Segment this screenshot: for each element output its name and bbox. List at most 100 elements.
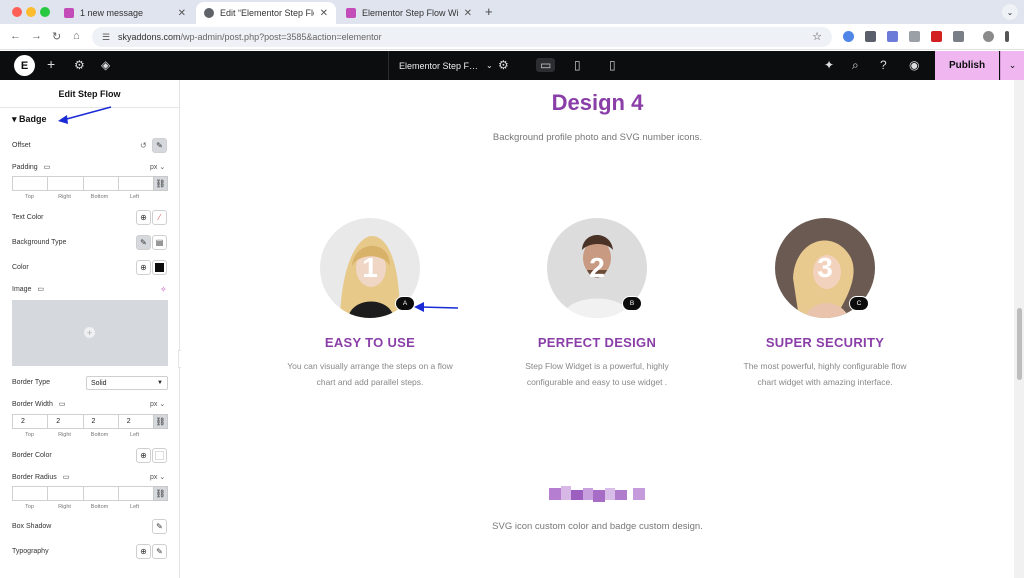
color-label: Color xyxy=(12,264,29,271)
ai-sparkle-icon[interactable]: ✧ xyxy=(160,285,167,294)
typography-edit-button[interactable]: ✎ xyxy=(152,544,167,559)
site-favicon-icon xyxy=(346,8,356,18)
notifications-icon[interactable]: ✦ xyxy=(824,58,834,72)
close-window-icon[interactable] xyxy=(12,7,22,17)
chevron-down-icon: ⌄ xyxy=(486,61,493,70)
global-colors-icon[interactable]: ⊕ xyxy=(136,260,151,275)
link-values-icon[interactable]: ⛓ xyxy=(153,486,168,501)
border-color-label: Border Color xyxy=(12,452,52,459)
radius-left-input[interactable] xyxy=(117,486,154,501)
radius-bottom-input[interactable] xyxy=(82,486,119,501)
forward-icon[interactable]: → xyxy=(31,30,42,42)
add-image-icon[interactable]: + xyxy=(84,327,95,338)
profile-avatar[interactable] xyxy=(983,31,994,42)
global-colors-icon[interactable]: ⊕ xyxy=(136,448,151,463)
global-typography-icon[interactable]: ⊕ xyxy=(136,544,151,559)
link-values-icon[interactable]: ⛓ xyxy=(153,176,168,191)
border-top-input[interactable]: 2 xyxy=(12,414,49,429)
border-right-input[interactable]: 2 xyxy=(47,414,84,429)
extension-yoast-icon[interactable] xyxy=(931,31,942,42)
wordpress-favicon-icon xyxy=(204,8,214,18)
padding-top-input[interactable] xyxy=(12,176,49,191)
padding-unit-select[interactable]: px ⌄ xyxy=(150,163,165,171)
site-info-icon[interactable]: ☰ xyxy=(102,32,112,43)
border-radius-label: Border Radius ▭ xyxy=(12,474,70,481)
extension-screenshot-icon[interactable] xyxy=(909,31,920,42)
url-field[interactable]: ☰ skyaddons.com/wp-admin/post.php?post=3… xyxy=(92,27,832,47)
new-tab-icon[interactable]: + xyxy=(485,4,493,19)
radius-right-input[interactable] xyxy=(47,486,84,501)
border-color-swatch[interactable] xyxy=(152,448,167,463)
padding-left-input[interactable] xyxy=(117,176,154,191)
responsive-desktop-icon[interactable]: ▭ xyxy=(63,474,70,481)
tab-title: Edit “Elementor Step Flow W… xyxy=(220,8,314,18)
browser-menu-icon[interactable] xyxy=(1005,31,1009,42)
typography-label: Typography xyxy=(12,548,49,555)
canvas-scrollbar[interactable] xyxy=(1014,80,1024,578)
chevron-down-icon: ▼ xyxy=(157,380,163,386)
close-tab-icon[interactable]: ✕ xyxy=(320,8,328,19)
global-colors-icon[interactable]: ⊕ xyxy=(136,210,151,225)
maximize-window-icon[interactable] xyxy=(40,7,50,17)
browser-tab-widget[interactable]: Elementor Step Flow Widget… ✕ xyxy=(338,2,480,24)
tab-search-icon[interactable]: ⌄ xyxy=(1002,4,1018,20)
border-left-input[interactable]: 2 xyxy=(117,414,154,429)
mobile-device-icon[interactable]: ▯ xyxy=(609,58,616,72)
responsive-desktop-icon[interactable]: ▭ xyxy=(37,286,44,293)
responsive-desktop-icon[interactable]: ▭ xyxy=(44,164,51,171)
minimize-window-icon[interactable] xyxy=(26,7,36,17)
reset-icon[interactable]: ↺ xyxy=(140,141,147,150)
extension-chrome-icon[interactable] xyxy=(843,31,854,42)
design-4-heading: Design 4 xyxy=(551,90,644,115)
step-3-badge[interactable]: C xyxy=(849,296,869,311)
browser-tab-messages[interactable]: 1 new message ✕ xyxy=(56,2,194,24)
close-tab-icon[interactable]: ✕ xyxy=(464,8,472,19)
padding-bottom-input[interactable] xyxy=(82,176,119,191)
add-element-icon[interactable]: + xyxy=(47,56,55,72)
padding-right-input[interactable] xyxy=(47,176,84,191)
browser-tab-edit[interactable]: Edit “Elementor Step Flow W… ✕ xyxy=(196,2,336,24)
elementor-logo-icon[interactable]: E xyxy=(14,55,35,76)
radius-top-input[interactable] xyxy=(12,486,49,501)
background-color-swatch[interactable] xyxy=(152,260,167,275)
responsive-desktop-icon[interactable]: ▭ xyxy=(59,401,66,408)
extension-shield-icon[interactable] xyxy=(865,31,876,42)
border-type-value: Solid xyxy=(91,379,107,387)
publish-button[interactable]: Publish xyxy=(935,51,999,80)
badge-section-toggle[interactable]: ▾ Badge xyxy=(12,114,47,125)
offset-edit-button[interactable]: ✎ xyxy=(152,138,167,153)
home-icon[interactable]: ⌂ xyxy=(73,30,80,42)
help-icon[interactable]: ? xyxy=(880,58,887,72)
extension-translate-icon[interactable] xyxy=(887,31,898,42)
preview-eye-icon[interactable]: ◉ xyxy=(909,58,919,72)
box-shadow-edit-button[interactable]: ✎ xyxy=(152,519,167,534)
design-5-subtitle: SVG icon custom color and badge custom d… xyxy=(492,521,703,532)
border-radius-unit-select[interactable]: px ⌄ xyxy=(150,473,165,481)
site-favicon-icon xyxy=(64,8,74,18)
border-bottom-input[interactable]: 2 xyxy=(82,414,119,429)
background-type-label: Background Type xyxy=(12,239,67,246)
publish-options-chevron-icon[interactable]: ⌄ xyxy=(1000,51,1024,80)
bg-gradient-icon[interactable]: ▤ xyxy=(152,235,167,250)
structure-layers-icon[interactable]: ◈ xyxy=(101,58,110,72)
browser-tab-bar: 1 new message ✕ Edit “Elementor Step Flo… xyxy=(0,0,1024,24)
step-2-badge[interactable]: B xyxy=(622,296,642,311)
border-width-unit-select[interactable]: px ⌄ xyxy=(150,400,165,408)
link-values-icon[interactable]: ⛓ xyxy=(153,414,168,429)
bookmark-star-icon[interactable]: ☆ xyxy=(812,30,822,43)
site-settings-icon[interactable]: ⚙ xyxy=(74,58,85,72)
annotation-arrow-badge-a xyxy=(414,302,459,312)
desktop-device-icon[interactable]: ▭ xyxy=(536,58,556,72)
search-icon[interactable]: ⌕ xyxy=(852,58,859,73)
back-icon[interactable]: ← xyxy=(10,30,21,42)
tablet-device-icon[interactable]: ▯ xyxy=(574,58,581,72)
text-color-swatch[interactable]: ⁄ xyxy=(152,210,167,225)
scrollbar-thumb[interactable] xyxy=(1017,308,1022,380)
border-type-select[interactable]: Solid ▼ xyxy=(86,376,168,390)
close-tab-icon[interactable]: ✕ xyxy=(178,8,186,19)
image-upload-area[interactable]: + xyxy=(12,300,168,366)
bg-classic-brush-icon[interactable]: ✎ xyxy=(136,235,151,250)
extensions-puzzle-icon[interactable] xyxy=(953,31,964,42)
page-settings-icon[interactable]: ⚙ xyxy=(498,58,509,72)
reload-icon[interactable]: ↻ xyxy=(52,30,61,43)
